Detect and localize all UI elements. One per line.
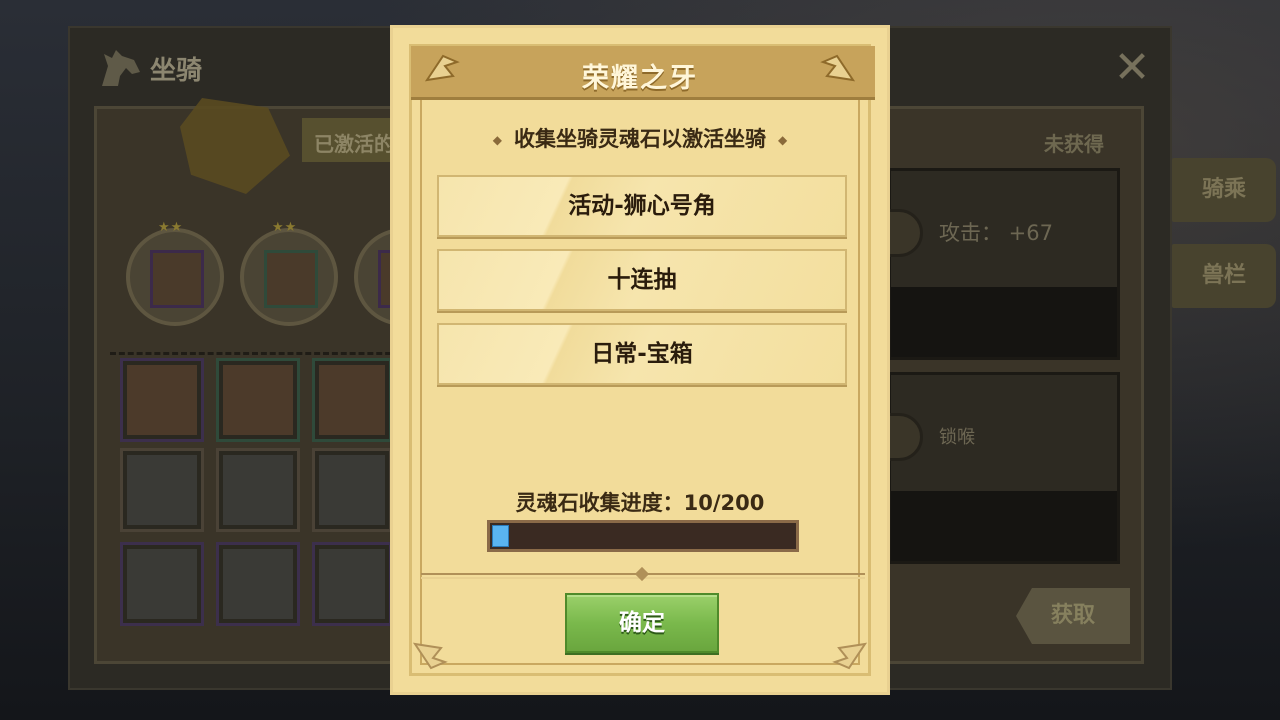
source-daily-chest-button[interactable]: 日常-宝箱 bbox=[437, 323, 847, 385]
confirm-button[interactable]: 确定 bbox=[565, 593, 719, 653]
corner-ornament-icon bbox=[832, 642, 868, 670]
diamond-bullet-icon: ◆ bbox=[778, 133, 788, 147]
diamond-bullet-icon: ◆ bbox=[492, 133, 502, 147]
modal-subtitle: ◆ 收集坐骑灵魂石以激活坐骑 ◆ bbox=[492, 127, 788, 151]
progress-label: 灵魂石收集进度：10/200 bbox=[515, 491, 765, 515]
source-event-button[interactable]: 活动-狮心号角 bbox=[437, 175, 847, 237]
progress-bar bbox=[487, 520, 799, 552]
soulstone-modal: 荣耀之牙 ◆ 收集坐骑灵魂石以激活坐骑 ◆ 活动-狮心号角 十连抽 日常-宝箱 灵魂… bbox=[390, 25, 890, 695]
source-ten-draw-button[interactable]: 十连抽 bbox=[437, 249, 847, 311]
modal-title: 荣耀之牙 bbox=[582, 63, 698, 94]
corner-ornament-icon bbox=[412, 642, 448, 670]
progress-fill bbox=[492, 525, 509, 547]
